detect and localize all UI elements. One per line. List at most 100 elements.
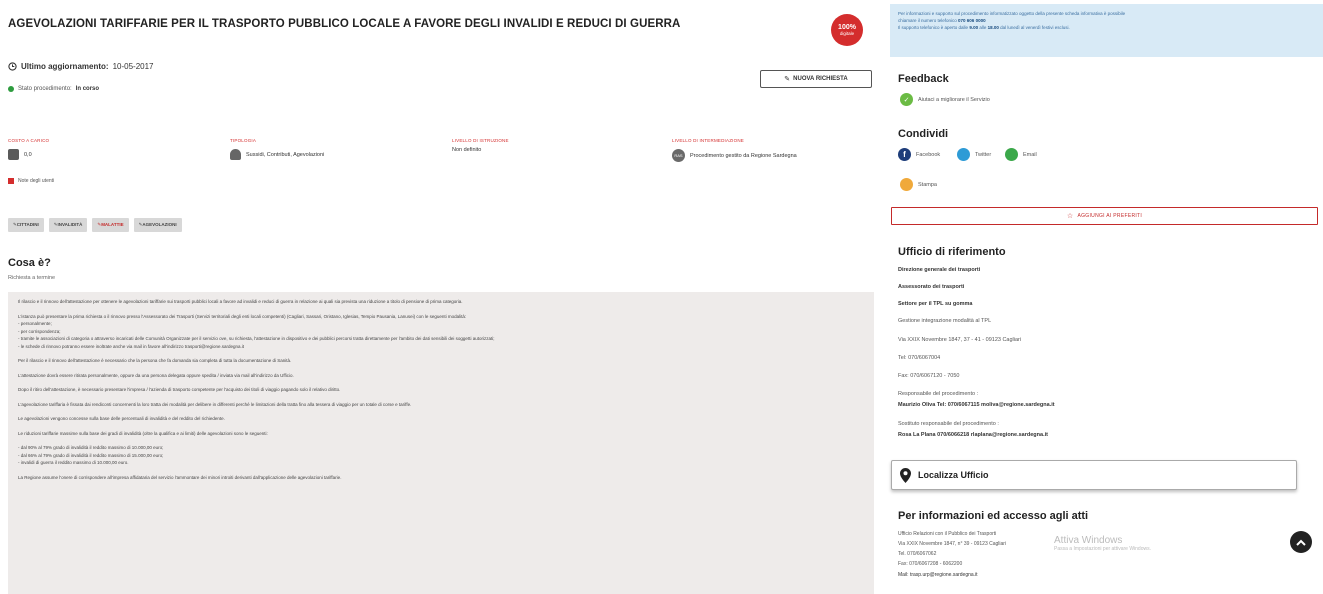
- ras-icon: RAS: [672, 149, 685, 162]
- paragraph: Per il rilascio e il rinnovo dell'attest…: [18, 358, 292, 363]
- user-icon: [230, 149, 241, 160]
- locate-office-label: Localizza Ufficio: [918, 470, 989, 480]
- locate-office-button[interactable]: Localizza Ufficio: [891, 460, 1297, 490]
- chevron-up-icon: [1296, 539, 1306, 546]
- scroll-to-top-button[interactable]: [1290, 531, 1312, 553]
- office-line: Gestione integrazione modalità al TPL: [898, 318, 992, 324]
- meta-cost: COSTO A CARICO 0,0: [8, 138, 218, 160]
- paragraph: L'istanza può presentare la prima richie…: [18, 313, 495, 349]
- office-fax: Fax: 070/6067120 - 7050: [898, 373, 960, 379]
- meta-type: TIPOLOGIA Sussidi, Contributi, Agevolazi…: [230, 138, 440, 160]
- office-line: Responsabile del procedimento :: [898, 391, 979, 397]
- share-twitter[interactable]: Twitter: [957, 148, 991, 161]
- meta-intermediation: LIVELLO DI INTERMEDIAZIONE RAS Procedimen…: [672, 138, 882, 162]
- tag-agevolazioni[interactable]: ✎AGEVOLAZIONI: [133, 218, 182, 232]
- last-update-value: 10-05-2017: [112, 62, 154, 71]
- user-notes[interactable]: Note degli utenti: [8, 178, 54, 184]
- meta-type-label: TIPOLOGIA: [230, 138, 257, 143]
- share-facebook-label: Facebook: [916, 151, 941, 158]
- office-responsible[interactable]: Maurizio Oliva Tel: 070/6067115 moliva@r…: [898, 402, 1055, 408]
- paragraph: - dal 90% al 79% grado di invalidità il …: [18, 445, 164, 465]
- share-twitter-label: Twitter: [975, 151, 992, 158]
- share-print[interactable]: Stampa: [900, 178, 937, 191]
- paragraph: Le agevolazioni vengono concesse sulla b…: [18, 416, 225, 421]
- support-info-box: Per informazioni e supporto sul procedim…: [890, 4, 1323, 57]
- section-subtitle-cosa: Richiesta a termine: [8, 275, 56, 281]
- meta-education-label: LIVELLO DI ISTRUZIONE: [452, 138, 509, 143]
- facebook-icon: f: [898, 148, 911, 161]
- office-substitute[interactable]: Rosa La Plana 070/6066218 rlaplana@regio…: [898, 432, 1048, 438]
- office-line: Settore per il TPL su gomma: [898, 301, 973, 307]
- add-favorites-button[interactable]: ☆ AGGIUNGI AI PREFERITI: [891, 207, 1318, 225]
- office-title: Ufficio di riferimento: [898, 246, 1006, 258]
- support-phone[interactable]: 070 606 0000: [958, 18, 986, 23]
- feedback-title: Feedback: [898, 73, 949, 85]
- last-update-label: Ultimo aggiornamento:: [21, 62, 109, 71]
- meta-type-value: Sussidi, Contributi, Agevolazioni: [246, 151, 325, 158]
- digital-badge-main: 100%: [838, 23, 856, 31]
- tag-invalidita[interactable]: ✎INVALIDITÀ: [48, 218, 88, 232]
- pencil-icon: ✎: [784, 76, 791, 83]
- access-line: Ufficio Relazioni con il Pubblico dei Tr…: [898, 531, 997, 537]
- paragraph: L'attestazione dovrà essere ritirata per…: [18, 372, 294, 378]
- meta-education-value: Non definito: [452, 147, 482, 153]
- meta-education: LIVELLO DI ISTRUZIONE Non definito: [452, 138, 662, 153]
- status-dot-icon: [8, 86, 14, 92]
- digital-badge-sub: digitale: [839, 30, 855, 36]
- clock-icon: [8, 62, 17, 71]
- access-title: Per informazioni ed accesso agli atti: [898, 510, 1089, 522]
- euro-icon: [8, 149, 19, 160]
- share-email[interactable]: Email: [1005, 148, 1037, 161]
- main-content: AGEVOLAZIONI TARIFFARIE PER IL TRASPORTO…: [0, 0, 880, 594]
- paragraph: Le riduzioni tariffarie massime sulla ba…: [18, 430, 268, 436]
- share-title: Condividi: [898, 128, 949, 140]
- feedback-text: Aiutaci a migliorare il Servizio: [918, 96, 990, 103]
- office-line: Assessorato dei trasporti: [898, 284, 965, 290]
- twitter-icon: [957, 148, 970, 161]
- notes-square-icon: [8, 178, 14, 184]
- meta-intermediation-value: Procedimento gestito da Regione Sardegna: [690, 152, 797, 159]
- meta-cost-label: COSTO A CARICO: [8, 138, 50, 143]
- email-icon: [1005, 148, 1018, 161]
- meta-cost-value: 0,0: [24, 151, 32, 158]
- windows-activation-sub: Passa a Impostazioni per attivare Window…: [1054, 546, 1151, 552]
- print-icon: [900, 178, 913, 191]
- status-label: Stato procedimento:: [18, 86, 72, 92]
- last-update: Ultimo aggiornamento: 10-05-2017: [8, 62, 153, 71]
- tag-malattie[interactable]: ✎MALATTIE: [92, 218, 129, 232]
- office-address: Via XXIX Novembre 1847, 37 - 41 - 09123 …: [898, 337, 1022, 343]
- new-request-button[interactable]: ✎ NUOVA RICHIESTA: [760, 70, 872, 88]
- add-favorites-label: AGGIUNGI AI PREFERITI: [1077, 213, 1143, 219]
- paragraph: La Regione assume l'onere di corrisponde…: [18, 474, 342, 480]
- support-line-1: Per informazioni e supporto sul procedim…: [898, 11, 1126, 16]
- procedure-status: Stato procedimento: In corso: [8, 86, 99, 92]
- status-value: In corso: [75, 86, 100, 92]
- share-email-label: Email: [1023, 151, 1037, 158]
- office-line: Direzione generale dei trasporti: [898, 267, 981, 273]
- check-icon: ✓: [900, 93, 913, 106]
- description-box: Il rilascio e il rinnovo dell'attestazio…: [8, 292, 874, 594]
- access-line: Tel. 070/6067062: [898, 551, 937, 557]
- feedback-link[interactable]: ✓ Aiutaci a migliorare il Servizio: [900, 93, 990, 106]
- windows-activation-title: Attiva Windows: [1054, 535, 1123, 546]
- share-facebook[interactable]: f Facebook: [898, 148, 940, 161]
- paragraph: Il rilascio e il rinnovo dell'attestazio…: [18, 299, 463, 304]
- star-icon: ☆: [1066, 213, 1074, 220]
- access-email[interactable]: Mail: trasp.urp@regione.sardegna.it: [898, 572, 978, 578]
- page-title: AGEVOLAZIONI TARIFFARIE PER IL TRASPORTO…: [8, 18, 681, 30]
- office-line: Sostituto responsabile del procedimento …: [898, 421, 999, 427]
- paragraph: Dopo il ritiro dell'attestazione, è nece…: [18, 387, 341, 392]
- support-line-2: chiamare il numero telefonico 070 606 00…: [898, 18, 986, 23]
- access-line: Via XXIX Novembre 1847, n° 39 - 09123 Ca…: [898, 541, 1007, 547]
- new-request-label: NUOVA RICHIESTA: [793, 76, 848, 82]
- tag-cittadini[interactable]: ✎CITTADINI: [8, 218, 44, 232]
- support-line-3: Il supporto telefonico è aperto dalle 9.…: [898, 25, 1070, 30]
- office-phone: Tel: 070/6067004: [898, 355, 941, 361]
- tag-list: ✎CITTADINI ✎INVALIDITÀ ✎MALATTIE ✎AGEVOL…: [8, 218, 182, 232]
- access-line: Fax: 070/6067208 - 6062200: [898, 561, 963, 567]
- sidebar: Per informazioni e supporto sul procedim…: [886, 0, 1323, 594]
- user-notes-label: Note degli utenti: [18, 178, 55, 184]
- share-print-label: Stampa: [918, 181, 937, 188]
- digital-badge: 100% digitale: [831, 14, 863, 46]
- section-title-cosa: Cosa è?: [8, 257, 51, 269]
